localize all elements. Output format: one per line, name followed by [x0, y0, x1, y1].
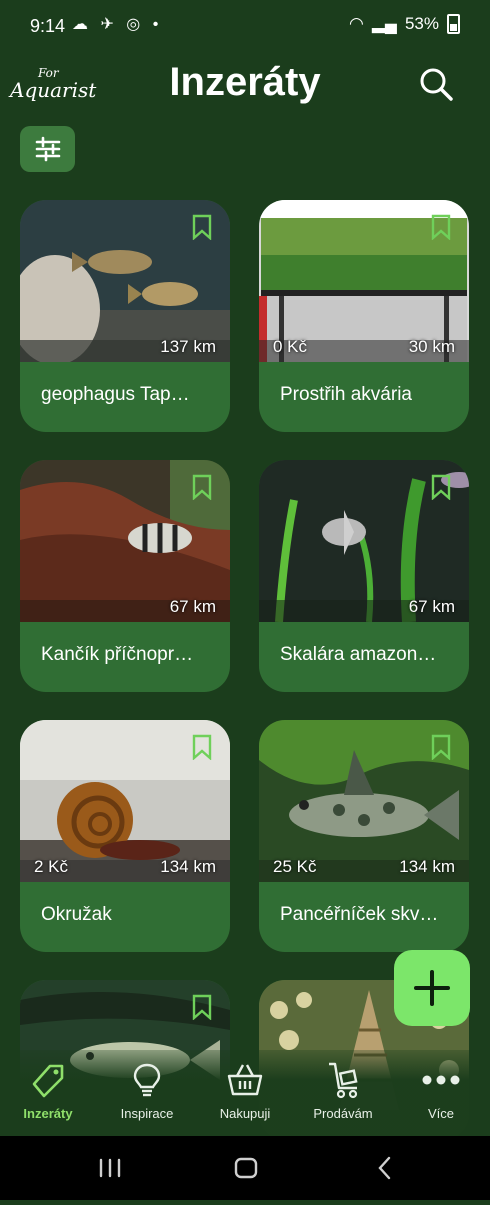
listing-title: Skalára amazon… [280, 644, 437, 665]
battery-level: 53% [404, 14, 439, 33]
nav-label: Inzeráty [23, 1106, 73, 1121]
tag-icon [32, 1064, 64, 1098]
listing-price: 25 Kč [273, 857, 317, 876]
listing-distance: 137 km [160, 337, 216, 356]
status-right: ◠ ▂▄ 53% [349, 14, 460, 34]
more-icon [422, 1075, 460, 1085]
listing-card-1[interactable]: 137 km geophagus Tap… [20, 200, 230, 432]
listing-distance: 67 km [169, 597, 216, 616]
listing-title: Kančík příčnopr… [41, 644, 194, 665]
filter-button[interactable] [20, 126, 75, 172]
nav-label: Inspirace [120, 1106, 174, 1121]
signal-icon: ▂▄ [371, 14, 397, 33]
lightbulb-icon [133, 1063, 161, 1097]
listing-title: Pancéřníček skv… [280, 904, 439, 925]
status-bar: 9:14 ☁ ✈ ◎ • ◠ ▂▄ 53% [0, 0, 490, 52]
nav-item-vice[interactable]: Více [393, 1060, 489, 1121]
notification-icons: ☁ ✈ ◎ • [72, 16, 163, 33]
battery-icon [447, 14, 460, 34]
sliders-icon [35, 136, 61, 162]
listing-distance: 134 km [399, 857, 455, 876]
basket-icon [227, 1064, 263, 1096]
nav-label: Více [427, 1106, 454, 1121]
listing-distance: 67 km [408, 597, 455, 616]
listing-title: Okružak [41, 904, 112, 925]
bookmark-icon[interactable] [192, 474, 212, 500]
bookmark-icon[interactable] [192, 734, 212, 760]
listing-title: Prostřih akvária [280, 384, 412, 405]
nav-label: Prodávám [313, 1106, 373, 1121]
nav-item-prodavam[interactable]: Prodávám [295, 1060, 391, 1121]
listing-card-6[interactable]: 25 Kč 134 km Pancéřníček skv… [259, 720, 469, 952]
listing-title: geophagus Tap… [41, 384, 190, 405]
bookmark-icon[interactable] [431, 214, 451, 240]
plus-icon [414, 970, 450, 1006]
nav-label: Nakupuji [219, 1106, 271, 1121]
add-listing-button[interactable] [394, 950, 470, 1026]
bookmark-icon[interactable] [431, 734, 451, 760]
cart-icon [329, 1062, 358, 1099]
bookmark-icon[interactable] [192, 214, 212, 240]
bookmark-icon[interactable] [431, 474, 451, 500]
search-button[interactable] [418, 66, 454, 102]
status-time: 9:14 [30, 16, 66, 36]
listing-card-2[interactable]: 0 Kč 30 km Prostřih akvária [259, 200, 469, 432]
system-nav-bar [0, 1136, 490, 1200]
listing-price: 2 Kč [34, 857, 69, 876]
nav-item-nakupuji[interactable]: Nakupuji [197, 1060, 293, 1121]
wifi-icon: ◠ [349, 14, 364, 33]
listing-distance: 30 km [408, 337, 455, 356]
system-nav-icons [99, 1156, 391, 1180]
page-title: Inzeráty [169, 60, 321, 104]
search-icon [420, 68, 453, 101]
listing-price: 0 Kč [273, 337, 308, 356]
nav-item-inspirace[interactable]: Inspirace [99, 1060, 195, 1121]
listing-card-5[interactable]: 2 Kč 134 km Okružak [20, 720, 230, 952]
nav-item-inzeraty[interactable]: Inzeráty [0, 1060, 96, 1121]
listing-card-3[interactable]: 67 km Kančík příčnopr… [20, 460, 230, 692]
bookmark-icon[interactable] [192, 994, 212, 1020]
listing-distance: 134 km [160, 857, 216, 876]
listing-card-4[interactable]: 67 km Skalára amazon… [259, 460, 469, 692]
